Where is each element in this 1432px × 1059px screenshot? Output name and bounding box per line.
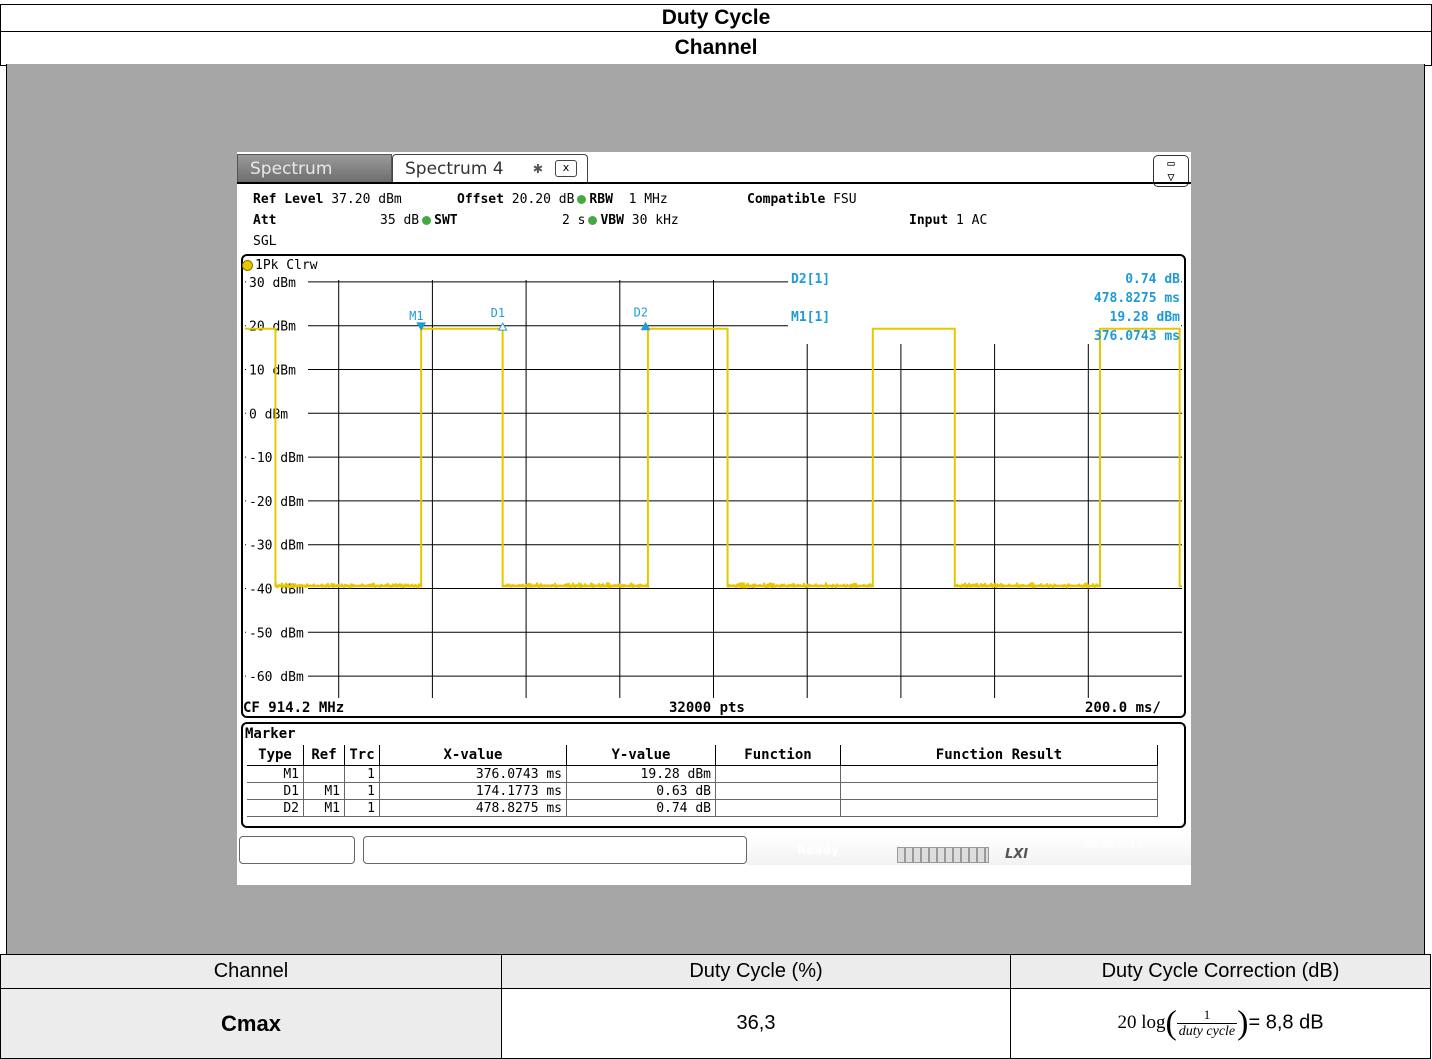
table-cell [840,799,1158,817]
offset-info: Offset 20.20 dB RBW 1 MHz [457,192,668,207]
table-cell: D2 [247,799,304,817]
correction-formula: 20 log(1 duty cycle)= 8,8 dB [1010,988,1431,1059]
close-icon[interactable]: x [555,160,577,177]
status-field-left[interactable] [239,836,355,864]
sweep-div: 200.0 ms/ [1085,700,1161,716]
table-cell: M1 [303,799,345,817]
status-dot [588,216,598,225]
table-row: D1 M1 1 174.1773 ms 0.63 dB [247,782,1158,800]
y-tick-label: 10 dBm [249,364,296,379]
marker-table-title: Marker [245,726,296,742]
table-cell: 19.28 dBm [566,765,716,783]
status-message-field[interactable] [363,836,747,864]
table-cell [715,765,841,783]
marker-d2-symbol [640,321,651,331]
y-tick-label: 0 dBm [249,407,288,422]
y-tick-label: -50 dBm [249,626,304,641]
col-type: Type [247,745,304,766]
spectrum-plot: 30 dBm 20 dBm 10 dBm 0 dBm -10 dBm -20 dBm -30… [245,272,1182,698]
sgl-label: SGL [253,234,277,249]
status-dot [422,216,432,225]
header-duty-cycle: Duty Cycle (%) [501,954,1011,989]
tab-spectrum-4-label: Spectrum 4 [405,159,504,179]
table-cell: 1 [344,782,380,800]
table-cell: M1 [247,765,304,783]
points-count: 32000 pts [669,700,745,716]
trace-indicator-icon [242,260,253,271]
duty-cycle-value: 36,3 [501,988,1011,1059]
plot-area: 30 dBm 20 dBm 10 dBm 0 dBm -10 dBm -20 dBm -30… [241,254,1186,718]
plot-footer: CF 914.2 MHz 32000 pts 200.0 ms/ [243,700,1183,718]
trace-noise [274,581,1102,589]
marker-table-panel: Marker Type Ref Trc X-value Y-value Func… [241,722,1186,828]
trace-info: 1Pk Clrw [242,258,318,273]
date-display: 08.08.2019 [1085,839,1143,850]
table-cell: 376.0743 ms [379,765,567,783]
table-cell [840,765,1158,783]
y-tick-label: -30 dBm [249,539,304,554]
table-cell: 478.8275 ms [379,799,567,817]
readout-m1-time: 376.0743 ms [1094,329,1180,344]
col-function-result: Function Result [840,745,1158,766]
att-label: Att [253,213,277,228]
tab-underline [237,182,1191,184]
table-cell: D1 [247,782,304,800]
readout-d2-level: 0.74 dB [1125,272,1180,287]
table-cell [715,782,841,800]
table-cell [840,782,1158,800]
status-bar: Ready LXI 08.08.2019 [237,835,1191,865]
marker-d2-label: D2 [634,306,648,320]
y-tick-label: -60 dBm [249,670,304,685]
marker-table: Type Ref Trc X-value Y-value Function Fu… [247,745,1158,817]
y-tick-label: 30 dBm [249,276,296,291]
status-dot [577,195,587,204]
readout-m1-label: M1[1] [791,310,830,325]
col-y-value: Y-value [566,745,716,766]
center-frequency: CF 914.2 MHz [243,700,345,716]
marker-d1-symbol [497,322,508,331]
progress-indicator [897,847,989,863]
results-table: Channel Duty Cycle (%) Duty Cycle Correc… [0,954,1431,1059]
table-cell: 1 [344,799,380,817]
header-channel: Channel [0,954,502,989]
tab-spectrum[interactable]: Spectrum [237,154,392,182]
table-cell: 174.1773 ms [379,782,567,800]
table-cell: 0.74 dB [566,799,716,817]
input-info: Input 1 AC [909,213,988,228]
readout-d2-time: 478.8275 ms [1094,291,1180,306]
table-row: D2 M1 1 478.8275 ms 0.74 dB [247,799,1158,817]
marker-d1-label: D1 [491,306,505,320]
y-tick-label: -20 dBm [249,495,304,510]
table-cell [303,765,345,783]
y-tick-label: 20 dBm [249,320,296,335]
table-cell: 1 [344,765,380,783]
channel-value: Cmax [0,988,502,1059]
compatible-info: Compatible FSU [747,192,857,207]
table-cell: 0.63 dB [566,782,716,800]
page-title: Duty Cycle [0,4,1432,32]
table-row: M1 1 376.0743 ms 19.28 dBm [247,765,1158,783]
col-ref: Ref [303,745,345,766]
page-subtitle: Channel [0,31,1432,66]
col-trc: Trc [344,745,380,766]
analyzer-screen: Spectrum Spectrum 4 ✱ x ▭ ▽ Ref Level 37.… [237,152,1191,885]
y-tick-label: -10 dBm [249,451,304,466]
readout-d2-label: D2[1] [791,272,830,287]
status-panel: Ready LXI 08.08.2019 [747,835,1191,865]
header-correction: Duty Cycle Correction (dB) [1010,954,1431,989]
att-swt-info: 35 dB SWT [380,213,458,228]
lxi-logo: LXI [1005,847,1029,862]
ref-level-info: Ref Level 37.20 dBm [253,192,402,207]
col-x-value: X-value [379,745,567,766]
vbw-info: 2 s VBW 30 kHz [562,213,679,228]
table-cell [715,799,841,817]
marker-m1-label: M1 [409,309,423,323]
readout-m1-level: 19.28 dBm [1110,310,1181,325]
star-icon[interactable]: ✱ [533,158,543,177]
ready-status: Ready [797,843,839,857]
table-cell: M1 [303,782,345,800]
col-function: Function [715,745,841,766]
